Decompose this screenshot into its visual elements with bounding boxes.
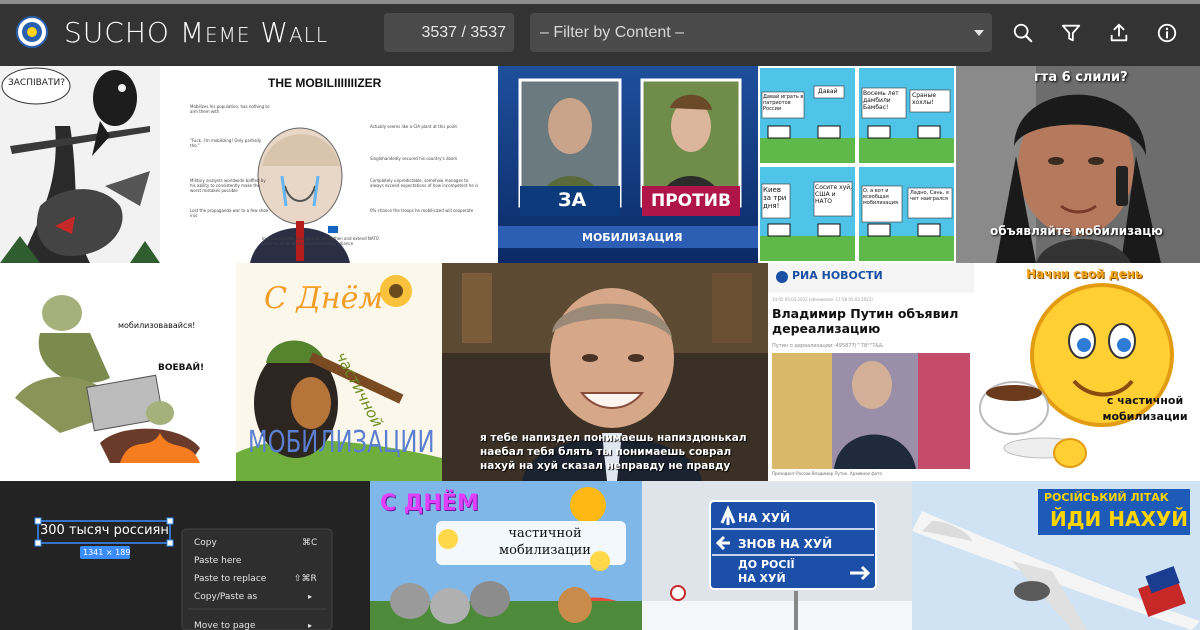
zebra-panel-3-b: Сосите хуй, США и НАТО: [815, 184, 853, 205]
kittens-card-line2: частичной мобилизации: [499, 526, 591, 558]
context-item-copy-paste-as-arrow: ▸: [308, 592, 313, 601]
zebra-panel-1-b: Давай: [818, 88, 838, 95]
context-item-copy-paste-as: Copy/Paste as: [194, 592, 258, 602]
mobilizer-note-right-4: 0% chance the troops he mobilisized will…: [370, 208, 474, 213]
mobilizer-note-left-4: Lost the propaganda war to a few shoe ir…: [190, 208, 269, 218]
ria-photo-caption: Президент России Владимир Путин. Архивно…: [772, 471, 882, 476]
context-selection-size: 1341 × 189: [83, 548, 131, 557]
context-item-move-to-page: Move to page: [194, 621, 256, 630]
context-item-paste-here: Paste here: [194, 556, 242, 566]
content-filter-select[interactable]: – Filter by Content –: [530, 13, 992, 52]
road-sign-row3a: ДО РОСІЇ: [738, 558, 795, 571]
search-button[interactable]: [1007, 17, 1039, 49]
upload-button[interactable]: [1103, 17, 1135, 49]
road-sign-row1: НА ХУЙ: [738, 511, 791, 525]
meme-tile-emoji[interactable]: Начни свой день с частичной мобилизации: [974, 263, 1200, 481]
sucho-logo[interactable]: [16, 16, 48, 48]
mobilizer-art: [0, 66, 498, 263]
phone-bottom-caption: объявляйте мобилизацю: [990, 224, 1163, 238]
context-selection-text: 300 тысяч россиян: [40, 523, 169, 538]
meme-tile-military[interactable]: мобилизовавайся! ВОЕВАЙ!: [0, 263, 236, 481]
dog-card-line1: С Днём: [264, 281, 384, 316]
logo-sun: [27, 27, 37, 37]
ria-news-art: [768, 263, 974, 481]
zebra-panel-3-a: Киев за три дня!: [763, 186, 787, 210]
meme-tile-mobilizer[interactable]: ЗАСПІВАТИ? THE MOBILIIIIIIIZER Mobilizes…: [0, 66, 498, 263]
mobilizer-note-left-1: Mobilizes his population, has nothing to…: [190, 104, 270, 114]
context-item-move-to-page-arrow: ▸: [308, 621, 313, 630]
upload-icon: [1110, 23, 1128, 42]
search-icon: [1013, 23, 1033, 43]
zebra-panel-1-a: Давай играть в патриотов России: [763, 94, 804, 112]
top-strip: [0, 0, 1200, 4]
mobilizer-note-right-2: Singlehandedly secured his country's doo…: [370, 156, 458, 161]
context-menu-art: [0, 481, 370, 630]
meme-counter: 3537 / 3537: [384, 13, 514, 52]
meme-tile-dog-card[interactable]: С Днём частичной МОБИЛИЗАЦИИ: [236, 263, 442, 481]
context-item-paste-replace-shortcut: ⇧⌘R: [294, 574, 317, 584]
road-sign-art: [642, 481, 912, 630]
zebra-panel-4-b: Ладно, Сань, я чет наигрался: [910, 190, 949, 202]
ria-brand: РИА НОВОСТИ: [792, 269, 883, 282]
plane-line1: РОСІЙСЬКИЙ ЛІТАК: [1044, 491, 1169, 504]
mobilizer-note-right-1: Actually seems like a CIA plant at this …: [370, 124, 457, 129]
filter-icon: [1061, 24, 1081, 42]
putin-smile-caption: я тебе напиздел понимаешь напиздюнькал н…: [480, 432, 747, 472]
military-shout-2: ВОЕВАЙ!: [158, 363, 205, 373]
meme-tile-zebras[interactable]: Давай играть в патриотов России Давай Во…: [758, 66, 956, 263]
emoji-bottom-caption: с частичной мобилизации: [1102, 394, 1188, 423]
info-icon: [1157, 23, 1177, 43]
mobilizer-title: THE MOBILIIIIIIIZER: [268, 76, 382, 90]
content-filter-label: – Filter by Content –: [540, 24, 685, 41]
emoji-coffee-art: [974, 263, 1200, 481]
context-item-copy: Copy: [194, 538, 217, 548]
app-title: SUCHO Meme Wall: [64, 16, 329, 49]
ria-sub: Путин о дереализации: 495877(^78°"7&&: [772, 343, 883, 349]
context-item-copy-shortcut: ⌘C: [302, 538, 318, 548]
mobilization-banner: МОБИЛИЗАЦИЯ: [582, 231, 683, 244]
dog-card-line3: МОБИЛИЗАЦИИ: [248, 425, 435, 460]
kittens-card-line1: С ДНЁМ: [380, 491, 479, 516]
ria-headline: Владимир Путин объявил дереализацию: [772, 306, 959, 336]
meme-tile-plane[interactable]: РОСІЙСЬКИЙ ЛІТАК ЙДИ НАХУЙ: [912, 481, 1200, 630]
road-sign-row3b: НА ХУЙ: [738, 572, 786, 585]
phone-top-caption: гта 6 слили?: [1034, 70, 1128, 85]
military-shout-1: мобилизовавайся!: [118, 321, 196, 330]
info-button[interactable]: [1151, 17, 1183, 49]
za-label: ЗА: [558, 189, 587, 211]
context-item-paste-replace: Paste to replace: [194, 574, 267, 584]
road-sign-row2: ЗНОВ НА ХУЙ: [738, 537, 833, 551]
emoji-top-caption: Начни свой день: [1026, 267, 1143, 281]
mobilizer-note-left-3: Military analysts worldwide baffled by h…: [190, 178, 266, 193]
zebra-panel-2-b: Сраные хохлы!: [912, 92, 937, 106]
meme-tile-za-protiv[interactable]: ЗА ПРОТИВ МОБИЛИЗАЦИЯ: [498, 66, 758, 263]
ria-meta: 14:45 05.03.2022 (обновлено: 17:58 05.03…: [772, 297, 873, 302]
mobilizer-bubble: ЗАСПІВАТИ?: [8, 78, 65, 88]
meme-tile-ria-news[interactable]: РИА НОВОСТИ 14:45 05.03.2022 (обновлено:…: [768, 263, 974, 481]
meme-tile-kittens-card[interactable]: С ДНЁМ частичной мобилизации: [370, 481, 642, 630]
meme-tile-context-menu[interactable]: 300 тысяч россиян 1341 × 189 Copy ⌘C Pas…: [0, 481, 370, 630]
zebra-panel-2-a: Восемь лет дамбили Бамбас!: [863, 90, 899, 111]
mobilizer-note-left-5: In a few months managed to strengthen an…: [262, 236, 379, 246]
top-bar: SUCHO Meme Wall 3537 / 3537 – Filter by …: [0, 0, 1200, 66]
filter-button[interactable]: [1055, 17, 1087, 49]
meme-tile-putin-smile[interactable]: я тебе напиздел понимаешь напиздюнькал н…: [442, 263, 768, 481]
meme-tile-phone[interactable]: гта 6 слили? объявляйте мобилизацю: [956, 66, 1200, 263]
zebra-panel-4-a: О, а вот и всеобщая мобилизация: [863, 188, 898, 206]
meme-tile-road-sign[interactable]: НА ХУЙ ЗНОВ НА ХУЙ ДО РОСІЇ НА ХУЙ: [642, 481, 912, 630]
plane-line2: ЙДИ НАХУЙ: [1050, 507, 1189, 531]
mobilizer-note-left-2: "Fuck, I'm mobilizing! Only partially th…: [190, 138, 262, 148]
chevron-down-icon: [974, 30, 984, 36]
mobilizer-note-right-3: Completely unpredictable, somehow manage…: [370, 178, 479, 188]
protiv-label: ПРОТИВ: [651, 191, 731, 211]
